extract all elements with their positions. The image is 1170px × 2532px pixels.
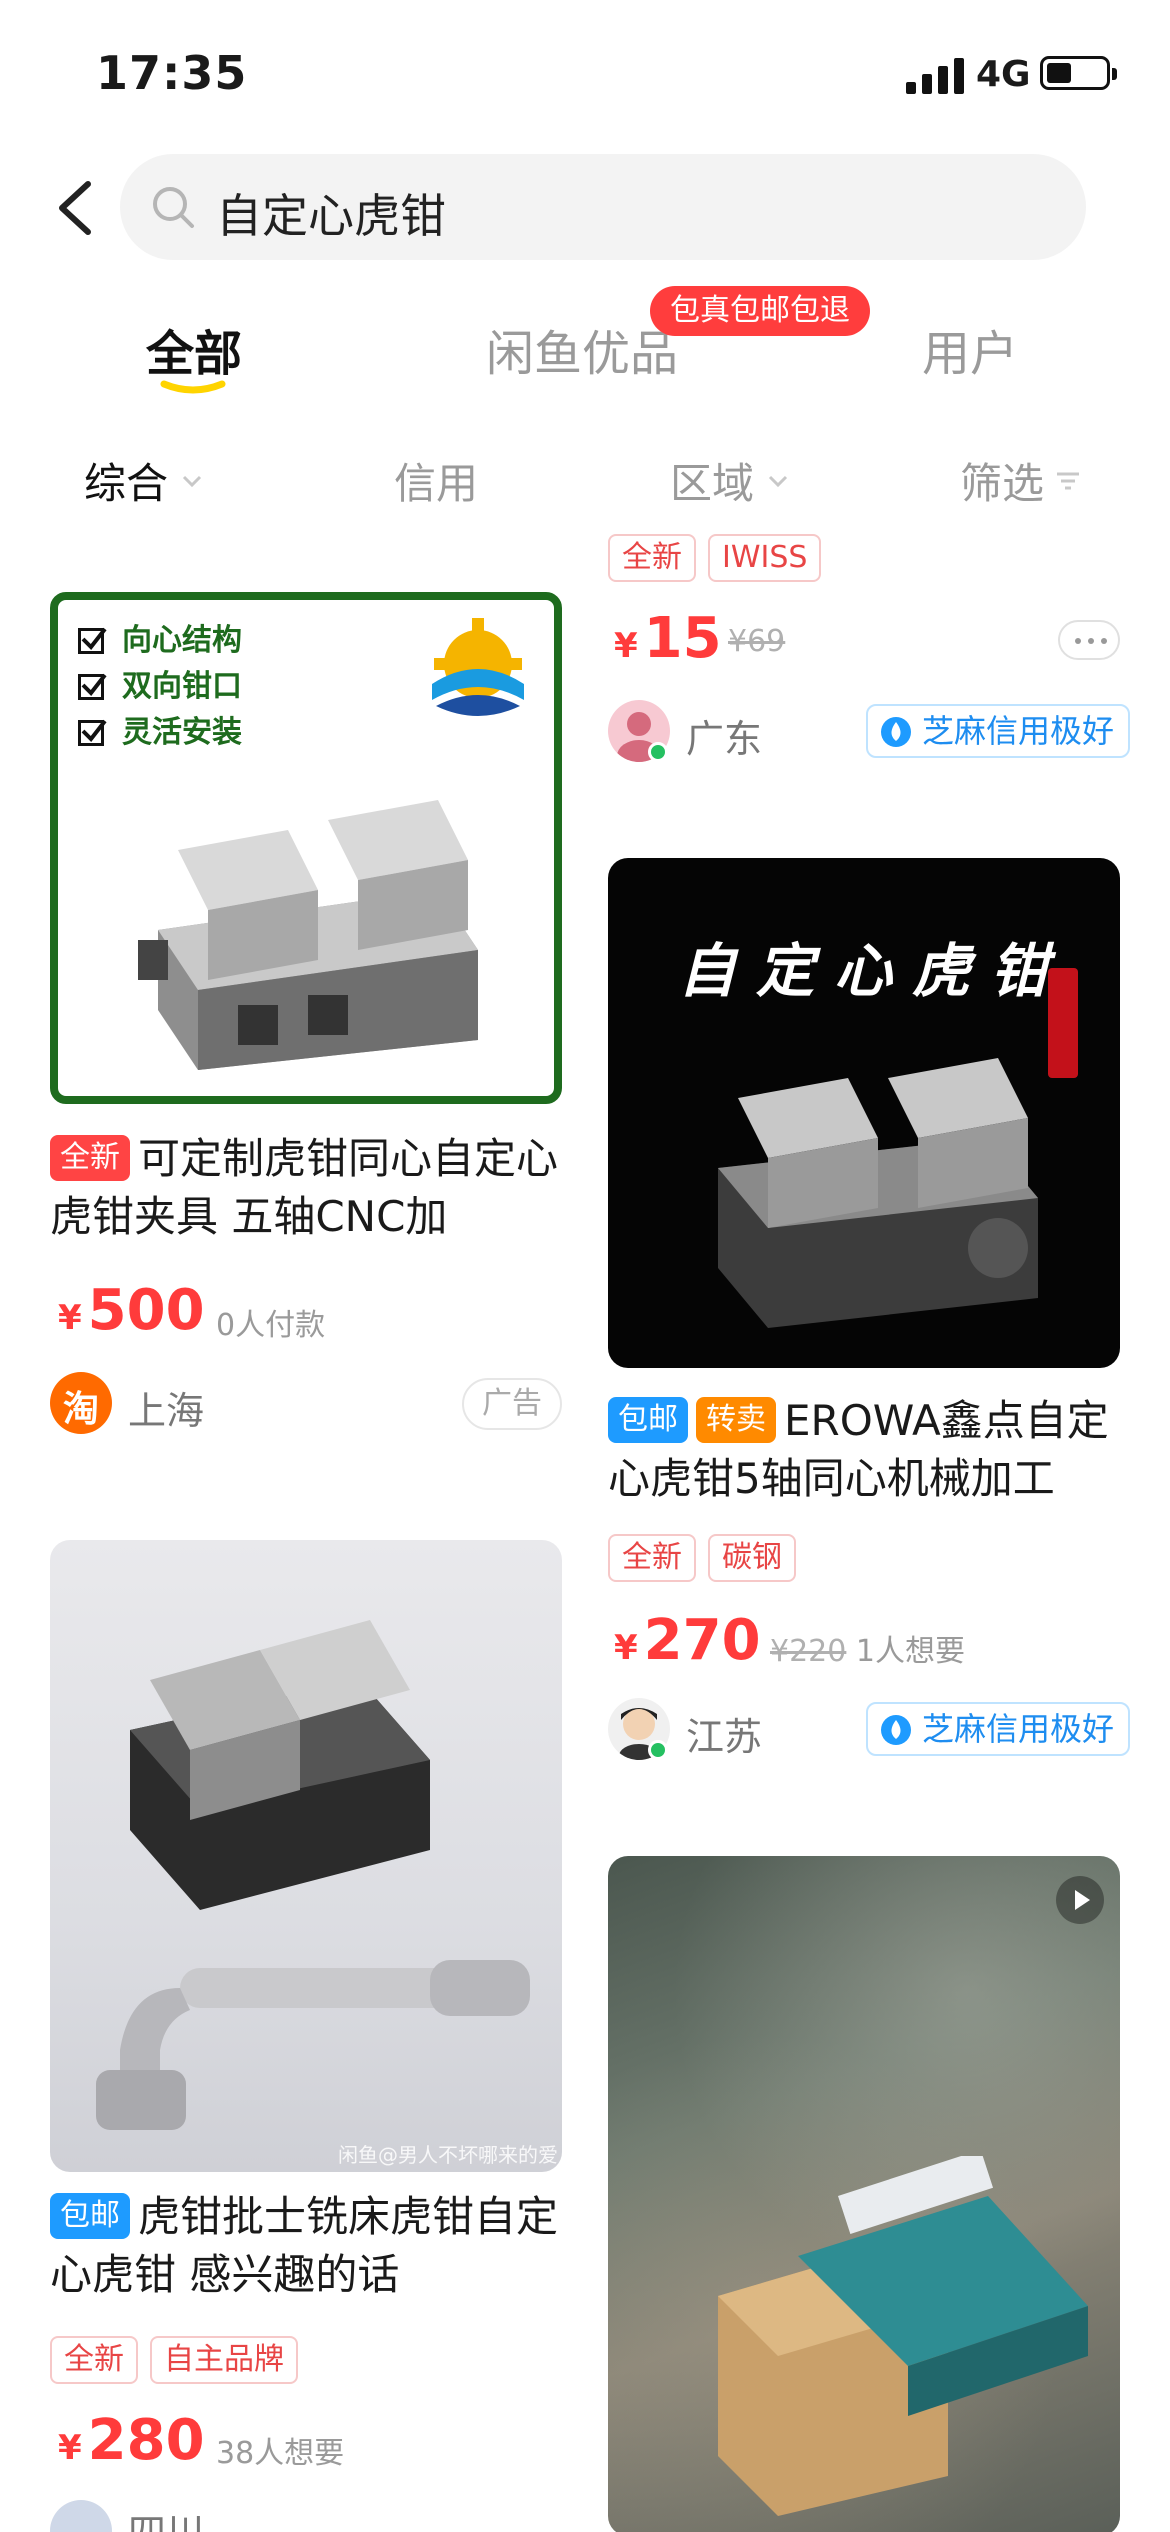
chevron-down-icon — [768, 475, 788, 487]
filter-region[interactable]: 区域 — [670, 450, 792, 511]
seller-location: 四川 — [128, 2502, 204, 2532]
checkbox-icon — [78, 719, 107, 746]
product-image[interactable]: 闲鱼@男人不坏哪来的爱 — [50, 1540, 562, 2172]
filter-screen[interactable]: 筛选 — [960, 450, 1082, 511]
item-title: 全新 可定制虎钳同心自定心虎钳夹具 五轴CNC加 — [50, 1134, 559, 1241]
tab-xianyu-youpin[interactable]: 闲鱼优品 — [486, 314, 678, 384]
item-title: 包邮 虎钳批士铣床虎钳自定心虎钳 感兴趣的话 — [50, 2192, 559, 2299]
want-count: 38人想要 — [216, 2436, 345, 2471]
video-play-icon[interactable] — [1056, 1876, 1104, 1924]
sesame-credit-icon — [881, 1715, 911, 1745]
online-indicator — [648, 1740, 668, 1760]
vise-product-icon — [138, 800, 478, 1070]
tag-material: 碳钢 — [708, 1534, 796, 1582]
seller-location: 上海 — [128, 1389, 205, 1433]
payer-count: 0人付款 — [216, 1308, 326, 1343]
price-meta: ¥220 1人想要 — [770, 1626, 965, 1670]
filter-credit[interactable]: 信用 — [394, 450, 478, 511]
product-image[interactable] — [608, 1856, 1120, 2532]
tag-brand: IWISS — [708, 534, 822, 582]
tag-new: 全新 — [50, 2336, 138, 2384]
new-badge: 全新 — [50, 1135, 130, 1181]
watermark: 闲鱼@男人不坏哪来的爱 — [338, 2143, 558, 2167]
taobao-shop-icon[interactable]: 淘 — [50, 1372, 112, 1434]
search-query: 自定心虎钳 — [216, 189, 446, 243]
checkbox-icon — [78, 673, 107, 700]
item-price: ¥ 15 — [614, 606, 722, 671]
want-count: 1人想要 — [855, 1634, 965, 1669]
free-shipping-badge: 包邮 — [608, 1397, 688, 1443]
credit-badge: 芝麻信用极好 — [866, 1702, 1131, 1756]
item-price: ¥ 500 — [58, 1278, 205, 1343]
original-price: ¥220 — [770, 1634, 847, 1669]
status-bar: 17:35 4G — [0, 0, 1170, 140]
signal-icon — [906, 58, 966, 94]
tag-new: 全新 — [608, 1534, 696, 1582]
chevron-down-icon — [182, 475, 202, 487]
search-icon — [153, 187, 194, 228]
item-price: ¥ 280 — [58, 2408, 205, 2473]
filter-icon — [1057, 472, 1080, 489]
red-seal-stamp — [1048, 968, 1078, 1078]
tag-brand: 自主品牌 — [150, 2336, 298, 2384]
brand-logo-icon — [432, 618, 524, 716]
resale-badge: 转卖 — [696, 1397, 776, 1443]
vise-product-icon — [130, 1620, 430, 1910]
free-shipping-badge: 包邮 — [50, 2193, 130, 2239]
checkbox-icon — [78, 627, 107, 654]
image-title: 自定心虎钳 — [678, 937, 1069, 1005]
network-label: 4G — [976, 54, 1031, 95]
ad-label: 广告 — [462, 1378, 562, 1430]
online-indicator — [648, 742, 668, 762]
filter-label: 筛选 — [960, 459, 1045, 508]
product-image[interactable]: 自定心虎钳 — [608, 858, 1120, 1368]
feature-list: 向心结构 双向钳口 灵活安装 — [78, 618, 242, 756]
filter-label: 区域 — [670, 459, 755, 508]
item-price: ¥ 270 — [614, 1608, 761, 1673]
promo-badge: 包真包邮包退 — [650, 286, 870, 336]
search-input[interactable]: 自定心虎钳 — [120, 154, 1086, 260]
filter-label: 综合 — [84, 459, 169, 508]
seller-location: 广东 — [686, 717, 763, 761]
avatar[interactable] — [50, 2500, 112, 2532]
vise-product-icon — [718, 1058, 1038, 1328]
wrench-icon — [96, 1960, 530, 2130]
credit-badge: 芝麻信用极好 — [866, 704, 1131, 758]
filter-label: 信用 — [394, 459, 479, 508]
tab-users[interactable]: 用户 — [922, 314, 1018, 384]
more-options-icon[interactable] — [1058, 620, 1120, 660]
filter-comprehensive[interactable]: 综合 — [84, 450, 206, 511]
battery-icon — [1040, 56, 1117, 90]
tab-underline — [160, 380, 226, 394]
boxed-vise-icon — [718, 2156, 1088, 2516]
sesame-credit-icon — [881, 717, 911, 747]
product-image[interactable]: 向心结构 双向钳口 灵活安装 — [50, 592, 562, 1104]
tab-all[interactable]: 全部 — [146, 314, 242, 384]
back-arrow-icon[interactable] — [52, 178, 102, 238]
status-time: 17:35 — [96, 46, 248, 100]
tag-new: 全新 — [608, 534, 696, 582]
seller-location: 江苏 — [686, 1715, 763, 1759]
original-price: ¥69 — [728, 624, 786, 659]
item-title: 包邮 转卖 EROWA鑫点自定心虎钳5轴同心机械加工 — [608, 1396, 1109, 1503]
